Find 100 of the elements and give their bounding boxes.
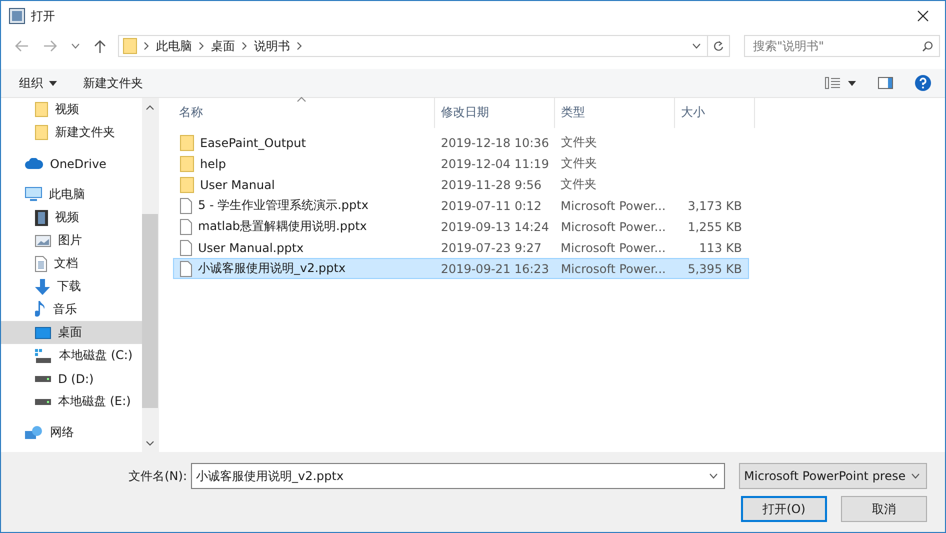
breadcrumb[interactable]: 桌面 xyxy=(207,36,239,56)
caret-icon xyxy=(848,80,856,86)
document-icon xyxy=(180,198,192,214)
folder-icon xyxy=(180,156,194,172)
organize-menu[interactable]: 组织 xyxy=(13,72,63,94)
file-name: 5 - 学生作业管理系统演示.pptx xyxy=(198,197,368,214)
app-icon xyxy=(9,8,25,24)
folder-icon xyxy=(35,125,48,140)
file-name: User Manual.pptx xyxy=(198,240,304,254)
chevron-right-icon xyxy=(199,42,204,50)
drive-icon xyxy=(35,348,52,362)
cancel-button[interactable]: 取消 xyxy=(841,496,927,522)
address-bar[interactable]: 此电脑 桌面 说明书 xyxy=(118,35,730,57)
file-name: 小诚客服使用说明_v2.pptx xyxy=(198,260,346,277)
column-header[interactable]: 类型 xyxy=(555,98,675,128)
list-view-icon xyxy=(825,77,840,89)
drive-icon xyxy=(35,376,51,382)
chevron-up-icon xyxy=(146,104,154,110)
refresh-icon xyxy=(713,40,724,52)
sidebar-item[interactable]: 视频 xyxy=(1,98,142,121)
breadcrumb[interactable]: 此电脑 xyxy=(152,36,196,56)
document-icon xyxy=(180,218,192,234)
sidebar-item[interactable]: 新建文件夹 xyxy=(1,121,142,144)
right-arrow-icon xyxy=(43,40,57,52)
sidebar-item[interactable]: D (D:) xyxy=(1,367,142,390)
sidebar-item[interactable]: 下载 xyxy=(1,275,142,298)
folder-icon xyxy=(180,134,194,150)
file-size: 113 KB xyxy=(699,240,742,254)
file-row[interactable]: 5 - 学生作业管理系统演示.pptx 2019-07-11 0:12 Microsoft Power... 3,173 KB xyxy=(173,195,749,216)
file-type-dropdown[interactable]: Microsoft PowerPoint prese xyxy=(739,463,927,489)
file-size: 3,173 KB xyxy=(688,198,742,212)
picture-icon xyxy=(35,234,51,246)
chevron-down-icon xyxy=(709,473,718,479)
open-button[interactable]: 打开(O) xyxy=(741,496,827,522)
folder-icon xyxy=(123,38,137,54)
modified-date: 2019-09-21 16:23 xyxy=(440,262,549,276)
modified-date: 2019-07-23 9:27 xyxy=(441,240,542,254)
file-row[interactable]: User Manual 2019-11-28 9:56 文件夹 xyxy=(173,174,749,195)
file-type: 文件夹 xyxy=(560,135,597,149)
document-icon xyxy=(35,256,47,272)
search-field[interactable]: 搜索"说明书" xyxy=(744,35,940,57)
modified-date: 2019-07-11 0:12 xyxy=(441,198,542,212)
file-size: 1,255 KB xyxy=(688,220,742,234)
file-name: EasePaint_Output xyxy=(200,136,306,150)
file-type: Microsoft Power... xyxy=(560,220,666,234)
network-icon xyxy=(25,425,43,440)
pane-icon xyxy=(878,77,893,89)
breadcrumb[interactable]: 说明书 xyxy=(250,36,294,56)
window-title: 打开 xyxy=(31,8,56,24)
file-row[interactable]: 小诚客服使用说明_v2.pptx 2019-09-21 16:23 Microsoft Power... 5,395 KB xyxy=(173,258,749,279)
filename-field[interactable]: 小诚客服使用说明_v2.pptx xyxy=(191,463,725,489)
column-header[interactable]: 大小 xyxy=(675,98,755,128)
scrollbar[interactable] xyxy=(142,98,158,452)
chevron-right-icon xyxy=(144,42,149,50)
sidebar-item[interactable]: 音乐 xyxy=(1,298,142,321)
desktop-icon xyxy=(35,326,51,338)
file-row[interactable]: help 2019-12-04 11:19 文件夹 xyxy=(173,153,749,174)
file-row[interactable]: EasePaint_Output 2019-12-18 10:36 文件夹 xyxy=(173,132,749,153)
film-icon xyxy=(35,210,48,226)
up-arrow-icon xyxy=(94,40,106,52)
chevron-right-icon xyxy=(242,42,247,50)
chevron-down-icon xyxy=(911,473,920,479)
sidebar-item[interactable]: 视频 xyxy=(1,206,142,229)
sidebar-item[interactable]: 文档 xyxy=(1,252,142,275)
modified-date: 2019-09-13 14:24 xyxy=(440,220,549,234)
document-icon xyxy=(180,240,192,256)
modified-date: 2019-12-18 10:36 xyxy=(440,136,549,150)
sidebar-item[interactable]: 本地磁盘 (C:) xyxy=(1,344,142,367)
caret-icon xyxy=(49,80,57,86)
down-arrow-icon xyxy=(35,278,50,294)
file-name: matlab悬置解耦使用说明.pptx xyxy=(198,218,367,235)
chevron-down-icon xyxy=(146,440,154,446)
toolbar-button[interactable]: 新建文件夹 xyxy=(77,72,149,94)
left-arrow-icon xyxy=(15,40,29,52)
file-type: Microsoft Power... xyxy=(560,198,666,212)
drive-icon xyxy=(35,398,51,404)
sort-caret-icon xyxy=(297,97,306,102)
sidebar-item[interactable]: OneDrive xyxy=(1,152,142,175)
folder-icon xyxy=(180,176,194,192)
sidebar-item[interactable]: 桌面 xyxy=(1,321,142,344)
modified-date: 2019-11-28 9:56 xyxy=(441,178,542,192)
close-icon xyxy=(917,10,929,22)
modified-date: 2019-12-04 11:19 xyxy=(440,156,549,170)
file-type: Microsoft Power... xyxy=(560,262,666,276)
file-row[interactable]: matlab悬置解耦使用说明.pptx 2019-09-13 14:24 Microsoft Power... 1,255 KB xyxy=(173,216,749,237)
help-icon xyxy=(915,75,931,91)
file-type: 文件夹 xyxy=(560,156,597,170)
sidebar-item[interactable]: 此电脑 xyxy=(1,183,142,206)
sidebar-item[interactable]: 图片 xyxy=(1,229,142,252)
chevron-down-icon xyxy=(692,43,700,49)
file-row[interactable]: User Manual.pptx 2019-07-23 9:27 Microsoft Power... 113 KB xyxy=(173,237,749,258)
file-name: User Manual xyxy=(200,178,275,192)
column-header[interactable]: 修改日期 xyxy=(435,98,555,128)
cloud-icon xyxy=(25,158,43,169)
document-icon xyxy=(180,260,192,276)
chevron-right-icon xyxy=(297,42,302,50)
sidebar-item[interactable]: 本地磁盘 (E:) xyxy=(1,390,142,413)
column-header[interactable]: 名称 xyxy=(173,98,435,128)
folder-icon xyxy=(35,102,48,117)
sidebar-item[interactable]: 网络 xyxy=(1,421,142,444)
